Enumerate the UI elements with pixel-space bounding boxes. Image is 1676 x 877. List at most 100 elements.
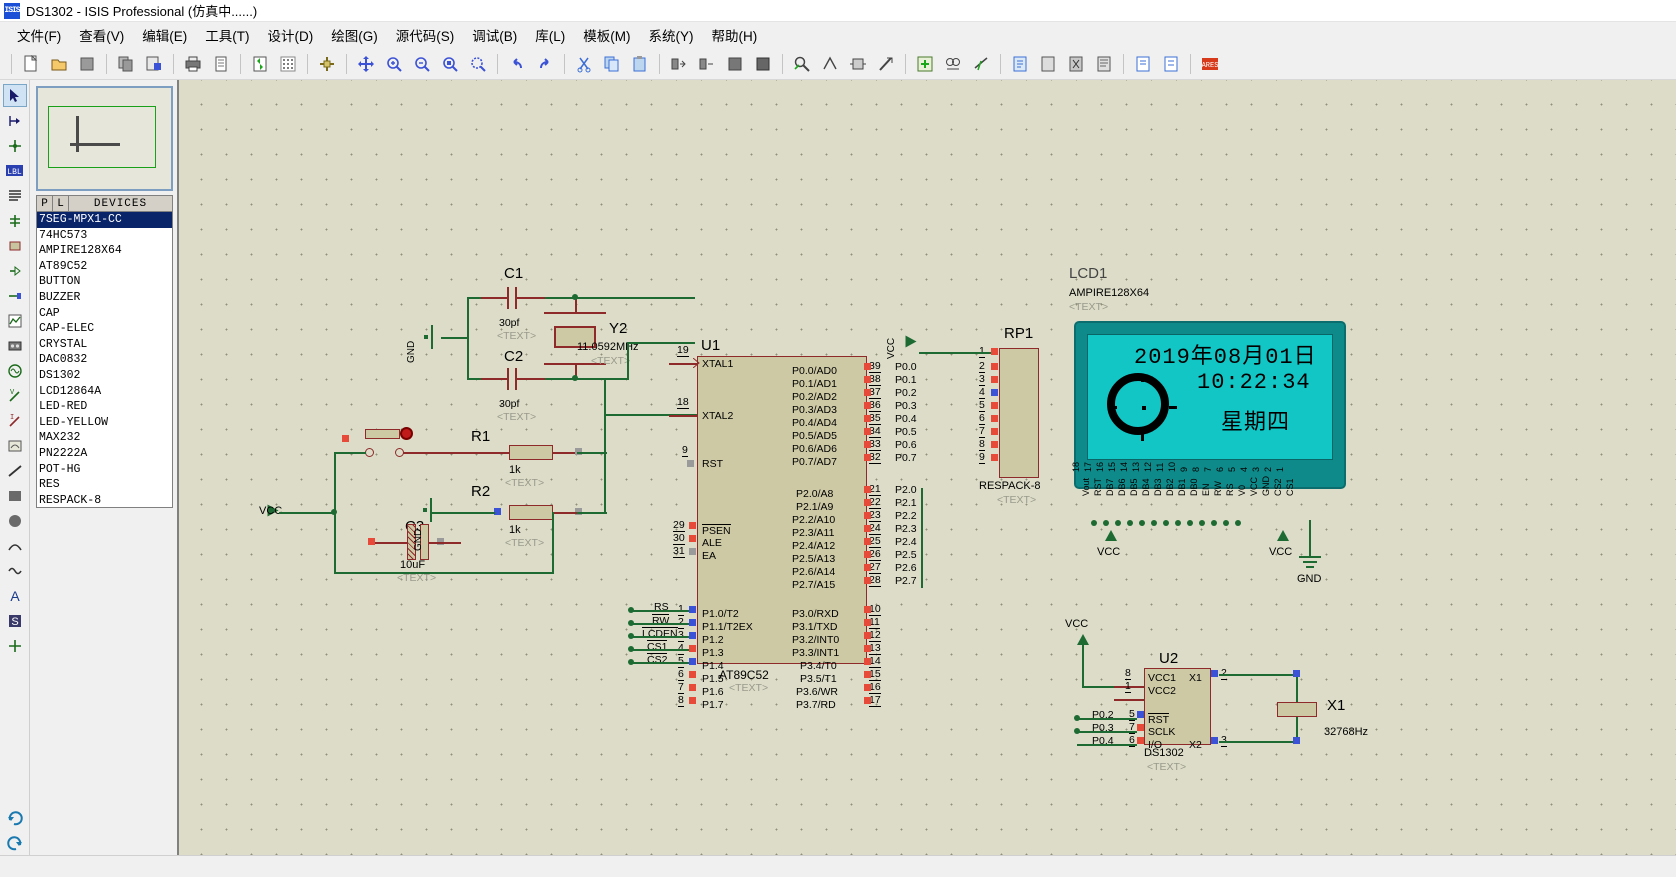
import-export-icon[interactable] <box>141 51 167 77</box>
menu-system[interactable]: 系统(Y) <box>640 22 703 48</box>
text-script-mode-button[interactable] <box>3 184 27 207</box>
netlist-icon[interactable] <box>1158 51 1184 77</box>
list-item[interactable]: RES <box>37 477 172 493</box>
menu-design[interactable]: 设计(D) <box>259 22 323 48</box>
menu-debug[interactable]: 调试(B) <box>463 22 526 48</box>
list-item[interactable]: 7SEG-MPX1-CC <box>37 212 172 228</box>
design-explorer-icon[interactable] <box>968 51 994 77</box>
virtual-instrument-mode-button[interactable] <box>3 434 27 457</box>
block-delete-icon[interactable] <box>750 51 776 77</box>
list-item[interactable]: RESPACK-8 <box>37 493 172 507</box>
rotate-counterclockwise-button[interactable] <box>3 830 27 853</box>
rotate-clockwise-button[interactable] <box>3 805 27 828</box>
block-rotate-icon[interactable] <box>722 51 748 77</box>
print-icon[interactable] <box>180 51 206 77</box>
list-item[interactable]: LED-YELLOW <box>37 415 172 431</box>
pick-device-icon[interactable] <box>789 51 815 77</box>
overview-preview[interactable] <box>36 86 173 191</box>
make-device-icon[interactable] <box>817 51 843 77</box>
list-item[interactable]: CAP-ELEC <box>37 321 172 337</box>
arc-tool-button[interactable] <box>3 534 27 557</box>
reset-button-led[interactable] <box>400 427 413 440</box>
refresh-icon[interactable] <box>247 51 273 77</box>
devices-col-l[interactable]: L <box>53 196 69 211</box>
path-tool-button[interactable] <box>3 559 27 582</box>
reset-button-body[interactable] <box>365 429 400 439</box>
buses-mode-button[interactable] <box>3 209 27 232</box>
list-item[interactable]: LED-RED <box>37 399 172 415</box>
paste-icon[interactable] <box>627 51 653 77</box>
menu-edit[interactable]: 编辑(E) <box>133 22 196 48</box>
copy-icon[interactable] <box>599 51 625 77</box>
list-item[interactable]: PN2222A <box>37 446 172 462</box>
vcc-terminal-rp1[interactable] <box>905 335 917 348</box>
origin-icon[interactable] <box>314 51 340 77</box>
vcc-terminal-lcd[interactable] <box>1105 530 1117 541</box>
box-tool-button[interactable] <box>3 484 27 507</box>
menu-source[interactable]: 源代码(S) <box>387 22 464 48</box>
device-pin-mode-button[interactable] <box>3 284 27 307</box>
zoom-area-icon[interactable] <box>437 51 463 77</box>
list-item[interactable]: AT89C52 <box>37 259 172 275</box>
toggle-grid-icon[interactable] <box>275 51 301 77</box>
menu-tools[interactable]: 工具(T) <box>196 22 258 48</box>
list-item[interactable]: MAX232 <box>37 430 172 446</box>
bill-materials-icon[interactable] <box>1091 51 1117 77</box>
list-item[interactable]: POT-HG <box>37 462 172 478</box>
print-area-icon[interactable] <box>208 51 234 77</box>
menu-graph[interactable]: 绘图(G) <box>322 22 387 48</box>
list-item[interactable]: BUZZER <box>37 290 172 306</box>
terminals-mode-button[interactable] <box>3 259 27 282</box>
selection-mode-button[interactable] <box>2 84 27 107</box>
erc-report-icon[interactable] <box>1130 51 1156 77</box>
list-item[interactable]: 74HC573 <box>37 228 172 244</box>
wire-label-mode-button[interactable]: LBL <box>3 159 27 182</box>
decompose-icon[interactable] <box>873 51 899 77</box>
block-move-icon[interactable] <box>694 51 720 77</box>
subcircuit-mode-button[interactable] <box>3 234 27 257</box>
list-item[interactable]: LCD12864A <box>37 384 172 400</box>
zoom-out-icon[interactable] <box>409 51 435 77</box>
graph-mode-button[interactable] <box>3 309 27 332</box>
tape-recorder-mode-button[interactable] <box>3 334 27 357</box>
pan-icon[interactable] <box>353 51 379 77</box>
redo-icon[interactable] <box>532 51 558 77</box>
exit-sheet-icon[interactable] <box>1063 51 1089 77</box>
marker-tool-button[interactable] <box>3 634 27 657</box>
menu-template[interactable]: 模板(M) <box>574 22 639 48</box>
block-copy-icon[interactable] <box>666 51 692 77</box>
menu-file[interactable]: 文件(F) <box>8 22 70 48</box>
list-item[interactable]: CAP <box>37 306 172 322</box>
schematic-canvas[interactable]: C1 30pf <TEXT> C2 30pf <TEXT> GND Y2 11.… <box>178 80 1676 855</box>
save-file-icon[interactable] <box>74 51 100 77</box>
copy-page-icon[interactable] <box>113 51 139 77</box>
list-item[interactable]: BUTTON <box>37 274 172 290</box>
property-assign-icon[interactable] <box>940 51 966 77</box>
new-file-icon[interactable] <box>18 51 44 77</box>
devices-col-p[interactable]: P <box>37 196 53 211</box>
junction-dot-mode-button[interactable] <box>3 134 27 157</box>
generator-mode-button[interactable] <box>3 359 27 382</box>
vcc-terminal-lcd2[interactable] <box>1277 530 1289 541</box>
remove-sheet-icon[interactable] <box>1035 51 1061 77</box>
menu-view[interactable]: 查看(V) <box>70 22 133 48</box>
symbol-tool-button[interactable]: S <box>3 609 27 632</box>
packaging-tool-icon[interactable] <box>845 51 871 77</box>
list-item[interactable]: DS1302 <box>37 368 172 384</box>
zoom-in-icon[interactable] <box>381 51 407 77</box>
component-mode-button[interactable] <box>3 109 27 132</box>
text-tool-button[interactable]: A <box>3 584 27 607</box>
devices-col-name[interactable]: DEVICES <box>69 196 172 211</box>
current-probe-mode-button[interactable]: I <box>3 409 27 432</box>
devices-list[interactable]: 7SEG-MPX1-CC 74HC573 AMPIRE128X64 AT89C5… <box>36 212 173 508</box>
menu-help[interactable]: 帮助(H) <box>703 22 767 48</box>
line-tool-button[interactable] <box>3 459 27 482</box>
rp1-body[interactable] <box>999 348 1039 478</box>
open-folder-icon[interactable] <box>46 51 72 77</box>
voltage-probe-mode-button[interactable]: V <box>3 384 27 407</box>
menu-library[interactable]: 库(L) <box>526 22 574 48</box>
x1-crystal-body[interactable] <box>1277 702 1317 717</box>
circle-tool-button[interactable] <box>3 509 27 532</box>
new-sheet-icon[interactable] <box>1007 51 1033 77</box>
ares-icon[interactable]: ARES <box>1197 51 1223 77</box>
